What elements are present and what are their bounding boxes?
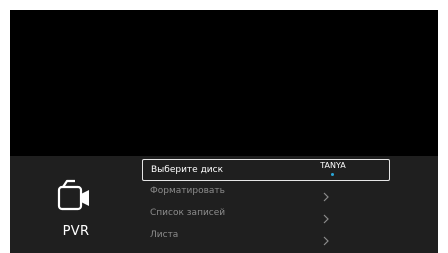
chevron-right-icon: [321, 187, 331, 202]
selected-disk-value: TANYA: [313, 161, 353, 176]
menu-item-label: Листа: [150, 230, 179, 240]
tv-screen: PVR Выберите диск TANYA Форматировать Сп…: [10, 10, 438, 253]
menu-item-format[interactable]: Форматировать: [142, 181, 390, 203]
pvr-menu-panel: PVR Выберите диск TANYA Форматировать Сп…: [10, 156, 438, 253]
pvr-menu-list: Выберите диск TANYA Форматировать Список…: [142, 159, 398, 253]
menu-item-label: Выберите диск: [151, 165, 224, 175]
video-camera-icon: [54, 178, 100, 212]
menu-item-list[interactable]: Листа: [142, 225, 390, 247]
pvr-sidebar: PVR: [10, 156, 142, 253]
menu-item-recordings-list[interactable]: Список записей: [142, 203, 390, 225]
pvr-label: PVR: [62, 224, 90, 239]
menu-item-label: Форматировать: [150, 186, 225, 196]
disk-name: TANYA: [320, 161, 346, 170]
chevron-right-icon: [321, 231, 331, 246]
menu-item-select-disk[interactable]: Выберите диск TANYA: [142, 159, 390, 181]
selection-indicator-dot: [331, 173, 334, 176]
menu-item-label: Список записей: [150, 208, 226, 218]
chevron-right-icon: [321, 209, 331, 224]
